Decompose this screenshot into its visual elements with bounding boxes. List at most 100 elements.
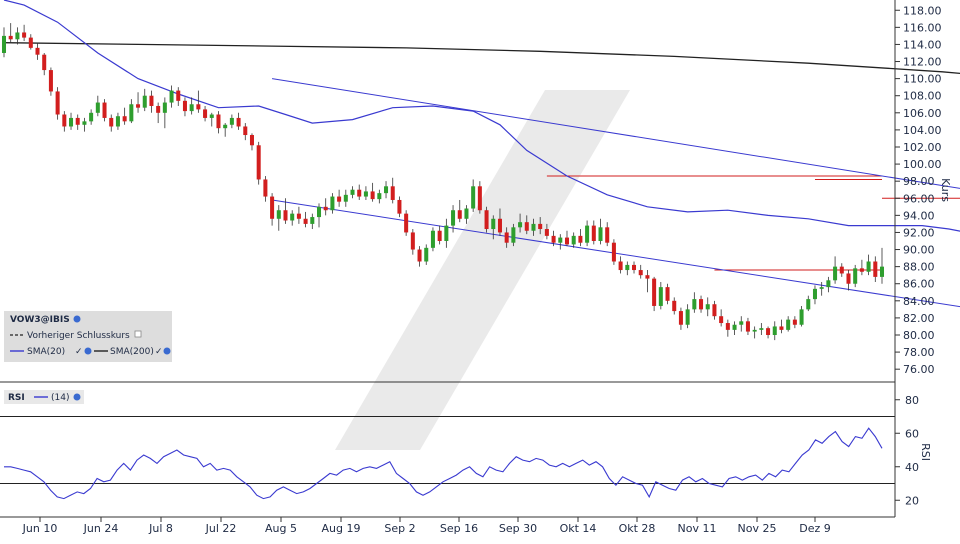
- candle-body: [484, 210, 489, 230]
- rsi-grid: [0, 416, 895, 484]
- candle-body: [564, 237, 569, 245]
- candle-body: [451, 210, 456, 226]
- candle-body: [229, 117, 234, 125]
- candle-body: [162, 102, 167, 113]
- candle-body: [625, 264, 630, 271]
- candle-body: [618, 261, 623, 271]
- price-tick-label: 98.00: [903, 175, 935, 188]
- candle-body: [672, 300, 677, 312]
- price-tick-label: 86.00: [903, 278, 935, 291]
- candle-body: [82, 121, 87, 125]
- rsi-line: [4, 427, 883, 500]
- candle-body: [725, 323, 730, 330]
- candle-body: [464, 208, 469, 219]
- candle-body: [518, 222, 523, 228]
- candle-body: [611, 242, 616, 262]
- candle-body: [839, 266, 844, 274]
- rsi-tick-label: 20: [905, 494, 919, 507]
- candle-body: [732, 324, 737, 330]
- candle-body: [531, 223, 536, 231]
- candle-body: [417, 249, 422, 262]
- candle-body: [678, 311, 683, 325]
- candle-body: [95, 102, 100, 113]
- rsi-settings-icon[interactable]: [73, 393, 81, 401]
- candle-body: [55, 91, 60, 115]
- candle-body: [457, 210, 462, 219]
- price-tick-label: 116.00: [903, 21, 942, 34]
- prev-close-checkbox[interactable]: [134, 330, 142, 338]
- rsi-axis-title: RSI: [919, 443, 932, 461]
- price-tick-label: 112.00: [903, 56, 942, 69]
- candle-body: [310, 217, 315, 224]
- price-tick-label: 80.00: [903, 329, 935, 342]
- candle-body: [806, 299, 811, 310]
- candle-body: [591, 225, 596, 241]
- rsi-tick-label: 60: [905, 427, 919, 440]
- candle-body: [786, 319, 791, 330]
- x-tick-label: Jul 8: [148, 522, 173, 535]
- x-tick-label: Sep 2: [384, 522, 415, 535]
- price-tick-label: 108.00: [903, 90, 942, 103]
- candle-body: [343, 194, 348, 202]
- candle-body: [89, 112, 94, 122]
- candle-body: [752, 329, 757, 332]
- candle-body: [223, 124, 228, 129]
- price-tick-label: 88.00: [903, 261, 935, 274]
- resistance-lines: [546, 175, 960, 271]
- candle-body: [256, 145, 261, 180]
- price-tick-label: 82.00: [903, 312, 935, 325]
- trend-channel: [272, 78, 960, 308]
- x-axis-ticks: Jun 10 Jun 24 Jul 8 Jul 22 Aug 5 Aug 19 Sep 2 S…: [22, 517, 831, 535]
- candle-body: [243, 126, 248, 136]
- candle-body: [739, 321, 744, 325]
- candle-body: [578, 235, 583, 243]
- sma20-settings-icon[interactable]: [84, 347, 92, 355]
- candle-body: [497, 218, 502, 233]
- candle-body: [551, 235, 556, 243]
- candle-body: [330, 196, 335, 211]
- candle-body: [42, 54, 47, 71]
- legend-sma20: SMA(20): [27, 347, 65, 357]
- symbol-settings-icon[interactable]: [73, 315, 81, 323]
- candle-body: [712, 304, 717, 317]
- price-tick-label: 114.00: [903, 38, 942, 51]
- candle-body: [504, 232, 509, 243]
- candle-body: [410, 232, 415, 250]
- x-tick-label: Jul 22: [205, 522, 237, 535]
- candle-body: [35, 47, 40, 55]
- sma200-settings-icon[interactable]: [163, 347, 171, 355]
- sma200-check-icon[interactable]: ✓: [155, 347, 163, 357]
- candle-body: [424, 247, 429, 262]
- candle-body: [290, 213, 295, 221]
- candle-body: [471, 186, 476, 209]
- candle-body: [544, 229, 549, 236]
- candle-body: [571, 235, 576, 245]
- candle-body: [799, 309, 804, 325]
- candle-body: [558, 237, 563, 243]
- candle-body: [397, 199, 402, 214]
- candle-body: [699, 299, 704, 310]
- candle-body: [853, 268, 858, 284]
- candle-body: [1, 35, 7, 53]
- candle-body: [263, 179, 268, 197]
- price-tick-label: 110.00: [903, 73, 942, 86]
- candle-body: [430, 230, 435, 248]
- candle-body: [766, 328, 771, 335]
- candle-body: [149, 95, 154, 106]
- price-tick-label: 92.00: [903, 226, 935, 239]
- candle-body: [370, 191, 375, 200]
- candle-body: [136, 104, 141, 108]
- candle-body: [819, 287, 824, 289]
- candle-body: [337, 196, 342, 202]
- stock-chart: 76.00 78.00 80.00 82.00 84.00 86.00 88.00 90.00…: [0, 0, 960, 540]
- x-tick-label: Okt 14: [560, 522, 597, 535]
- candle-body: [48, 70, 53, 92]
- sma20-check-icon[interactable]: ✓: [75, 347, 83, 357]
- candle-body: [645, 275, 650, 279]
- x-tick-label: Jun 24: [83, 522, 119, 535]
- x-tick-label: Dez 9: [799, 522, 831, 535]
- candle-body: [477, 186, 482, 211]
- candle-body: [598, 227, 603, 241]
- sma200-line-group: [3, 42, 960, 75]
- price-tick-label: 118.00: [903, 4, 942, 17]
